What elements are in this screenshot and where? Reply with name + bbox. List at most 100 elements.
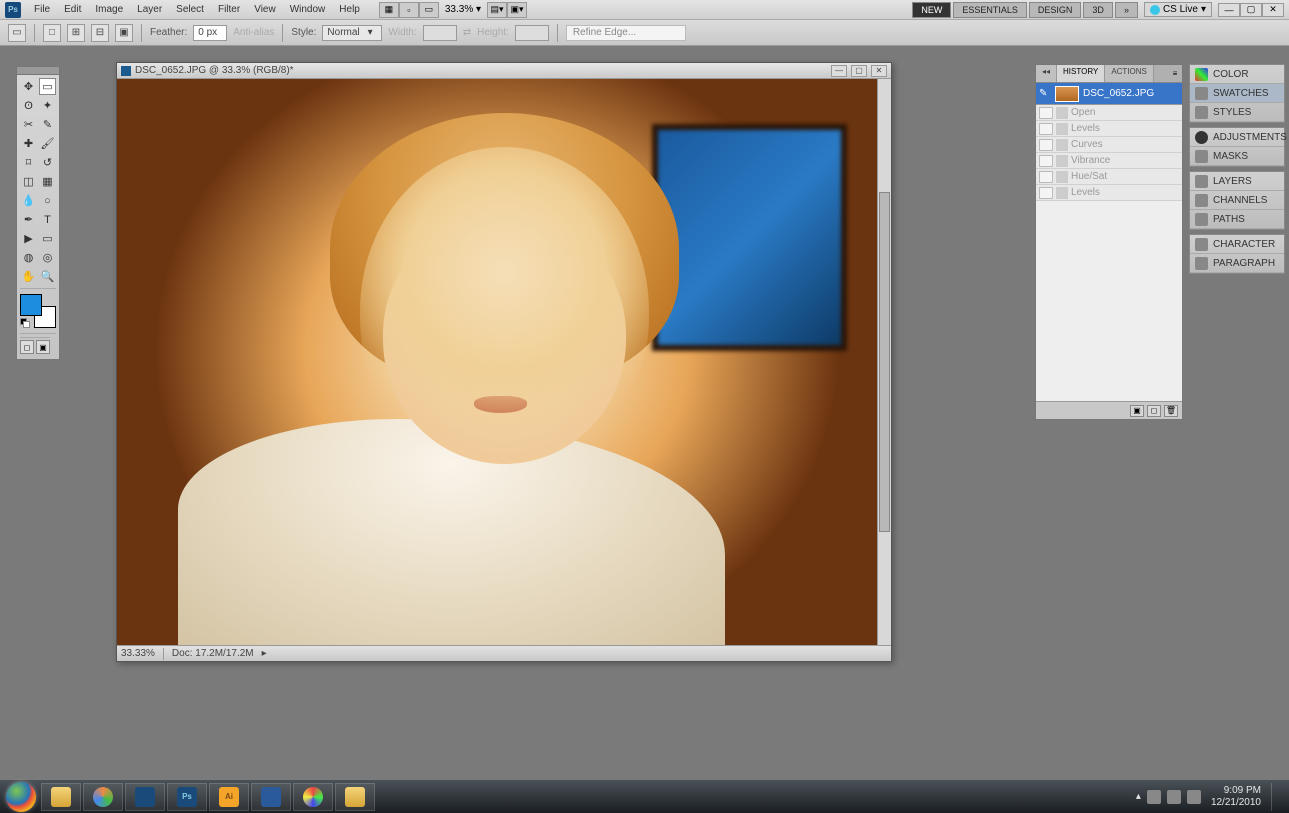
arrange-documents-icon[interactable]: ▤▾ bbox=[487, 2, 507, 18]
workspace-more[interactable]: » bbox=[1115, 2, 1138, 18]
dock-paragraph[interactable]: PARAGRAPH bbox=[1190, 254, 1284, 273]
subtract-selection-icon[interactable]: ⊟ bbox=[91, 24, 109, 42]
screen-mode-icon[interactable]: ▣▾ bbox=[507, 2, 527, 18]
snapshot-brush-icon[interactable]: ✎ bbox=[1039, 88, 1051, 99]
document-titlebar[interactable]: DSC_0652.JPG @ 33.3% (RGB/8)* — ▢ ✕ bbox=[117, 63, 891, 79]
workspace-design[interactable]: DESIGN bbox=[1029, 2, 1082, 18]
taskbar-explorer[interactable] bbox=[41, 783, 81, 811]
menu-view[interactable]: View bbox=[247, 1, 283, 18]
crop-tool[interactable]: ✂ bbox=[20, 116, 37, 133]
tray-volume-icon[interactable] bbox=[1187, 790, 1201, 804]
menu-window[interactable]: Window bbox=[283, 1, 333, 18]
tray-action-center-icon[interactable] bbox=[1147, 790, 1161, 804]
launch-bridge-icon[interactable]: ▦ bbox=[379, 2, 399, 18]
menu-help[interactable]: Help bbox=[332, 1, 367, 18]
menu-edit[interactable]: Edit bbox=[57, 1, 88, 18]
gradient-tool[interactable]: ▦ bbox=[39, 173, 56, 190]
doc-maximize-button[interactable]: ▢ bbox=[851, 65, 867, 77]
maximize-button[interactable]: ▢ bbox=[1240, 3, 1262, 17]
menu-image[interactable]: Image bbox=[88, 1, 130, 18]
pen-tool[interactable]: ✒ bbox=[20, 211, 37, 228]
intersect-selection-icon[interactable]: ▣ bbox=[115, 24, 133, 42]
move-tool[interactable]: ✥ bbox=[20, 78, 37, 95]
tray-show-hidden-icon[interactable]: ▴ bbox=[1136, 791, 1141, 802]
lasso-tool[interactable]: ʘ bbox=[20, 97, 37, 114]
brush-tool[interactable]: 🖌 bbox=[39, 135, 56, 152]
create-document-from-state-icon[interactable]: ▣ bbox=[1130, 405, 1144, 417]
minimize-button[interactable]: — bbox=[1218, 3, 1240, 17]
zoom-level-field[interactable]: 33.3% ▾ bbox=[445, 4, 481, 15]
feather-input[interactable]: 0 px bbox=[193, 25, 227, 41]
dock-paths[interactable]: PATHS bbox=[1190, 210, 1284, 229]
menu-filter[interactable]: Filter bbox=[211, 1, 247, 18]
history-state[interactable]: Curves bbox=[1036, 137, 1182, 153]
zoom-tool[interactable]: 🔍 bbox=[39, 268, 56, 285]
dock-swatches[interactable]: SWATCHES bbox=[1190, 84, 1284, 103]
healing-brush-tool[interactable]: ✚ bbox=[20, 135, 37, 152]
clone-stamp-tool[interactable]: ⌑ bbox=[20, 154, 37, 171]
taskbar-clock[interactable]: 9:09 PM 12/21/2010 bbox=[1211, 785, 1261, 809]
history-state[interactable]: Levels bbox=[1036, 185, 1182, 201]
menu-file[interactable]: File bbox=[27, 1, 57, 18]
zoom-readout[interactable]: 33.33% bbox=[121, 648, 155, 659]
path-select-tool[interactable]: ▶ bbox=[20, 230, 37, 247]
foreground-color[interactable] bbox=[20, 294, 42, 316]
style-dropdown[interactable]: Normal▾ bbox=[322, 25, 382, 41]
color-swatches[interactable] bbox=[20, 294, 56, 328]
type-tool[interactable]: T bbox=[39, 211, 56, 228]
status-menu-arrow[interactable]: ▸ bbox=[262, 648, 267, 659]
menu-layer[interactable]: Layer bbox=[130, 1, 169, 18]
delete-state-icon[interactable]: 🗑 bbox=[1164, 405, 1178, 417]
eyedropper-tool[interactable]: ✎ bbox=[39, 116, 56, 133]
marquee-tool[interactable]: ▭ bbox=[39, 78, 56, 95]
workspace-essentials[interactable]: ESSENTIALS bbox=[953, 2, 1027, 18]
document-canvas[interactable] bbox=[117, 79, 877, 645]
show-desktop-button[interactable] bbox=[1271, 783, 1281, 811]
taskbar-ps-file[interactable] bbox=[125, 783, 165, 811]
history-state[interactable]: Hue/Sat bbox=[1036, 169, 1182, 185]
workspace-new[interactable]: NEW bbox=[912, 2, 951, 18]
dodge-tool[interactable]: ○ bbox=[39, 192, 56, 209]
taskbar-picasa[interactable] bbox=[293, 783, 333, 811]
add-selection-icon[interactable]: ⊞ bbox=[67, 24, 85, 42]
tab-unknown[interactable]: ◂◂ bbox=[1036, 65, 1057, 82]
new-snapshot-icon[interactable]: ◻ bbox=[1147, 405, 1161, 417]
view-extras-icon[interactable]: ▭ bbox=[419, 2, 439, 18]
taskbar-illustrator[interactable]: Ai bbox=[209, 783, 249, 811]
taskbar-chrome[interactable] bbox=[83, 783, 123, 811]
blur-tool[interactable]: 💧 bbox=[20, 192, 37, 209]
dock-channels[interactable]: CHANNELS bbox=[1190, 191, 1284, 210]
taskbar-word[interactable] bbox=[251, 783, 291, 811]
dock-masks[interactable]: MASKS bbox=[1190, 147, 1284, 166]
dock-adjustments[interactable]: ADJUSTMENTS bbox=[1190, 128, 1284, 147]
panel-menu-icon[interactable]: ≡ bbox=[1168, 65, 1182, 82]
close-button[interactable]: ✕ bbox=[1262, 3, 1284, 17]
screen-mode-tool-icon[interactable]: ▣ bbox=[36, 340, 50, 354]
scrollbar-thumb[interactable] bbox=[879, 192, 890, 532]
dock-color[interactable]: COLOR bbox=[1190, 65, 1284, 84]
doc-close-button[interactable]: ✕ bbox=[871, 65, 887, 77]
taskbar-photoshop[interactable]: Ps bbox=[167, 783, 207, 811]
new-selection-icon[interactable]: □ bbox=[43, 24, 61, 42]
doc-size-readout[interactable]: Doc: 17.2M/17.2M bbox=[172, 648, 254, 659]
eraser-tool[interactable]: ◫ bbox=[20, 173, 37, 190]
tab-history[interactable]: HISTORY bbox=[1057, 65, 1105, 82]
history-state[interactable]: Levels bbox=[1036, 121, 1182, 137]
quick-select-tool[interactable]: ✦ bbox=[39, 97, 56, 114]
refine-edge-button[interactable]: Refine Edge... bbox=[566, 25, 686, 41]
default-colors-icon[interactable] bbox=[20, 318, 30, 328]
cs-live-button[interactable]: CS Live▾ bbox=[1144, 2, 1212, 17]
doc-minimize-button[interactable]: — bbox=[831, 65, 847, 77]
3d-camera-tool[interactable]: ◎ bbox=[39, 249, 56, 266]
tools-panel-grip[interactable] bbox=[16, 66, 60, 74]
quick-mask-icon[interactable]: ◻ bbox=[20, 340, 34, 354]
vertical-scrollbar[interactable] bbox=[877, 79, 891, 645]
taskbar-folder[interactable] bbox=[335, 783, 375, 811]
history-brush-tool[interactable]: ↺ bbox=[39, 154, 56, 171]
history-snapshot[interactable]: ✎ DSC_0652.JPG bbox=[1036, 83, 1182, 105]
hand-tool[interactable]: ✋ bbox=[20, 268, 37, 285]
start-button[interactable] bbox=[2, 780, 40, 813]
shape-tool[interactable]: ▭ bbox=[39, 230, 56, 247]
workspace-3d[interactable]: 3D bbox=[1083, 2, 1113, 18]
history-state[interactable]: Vibrance bbox=[1036, 153, 1182, 169]
